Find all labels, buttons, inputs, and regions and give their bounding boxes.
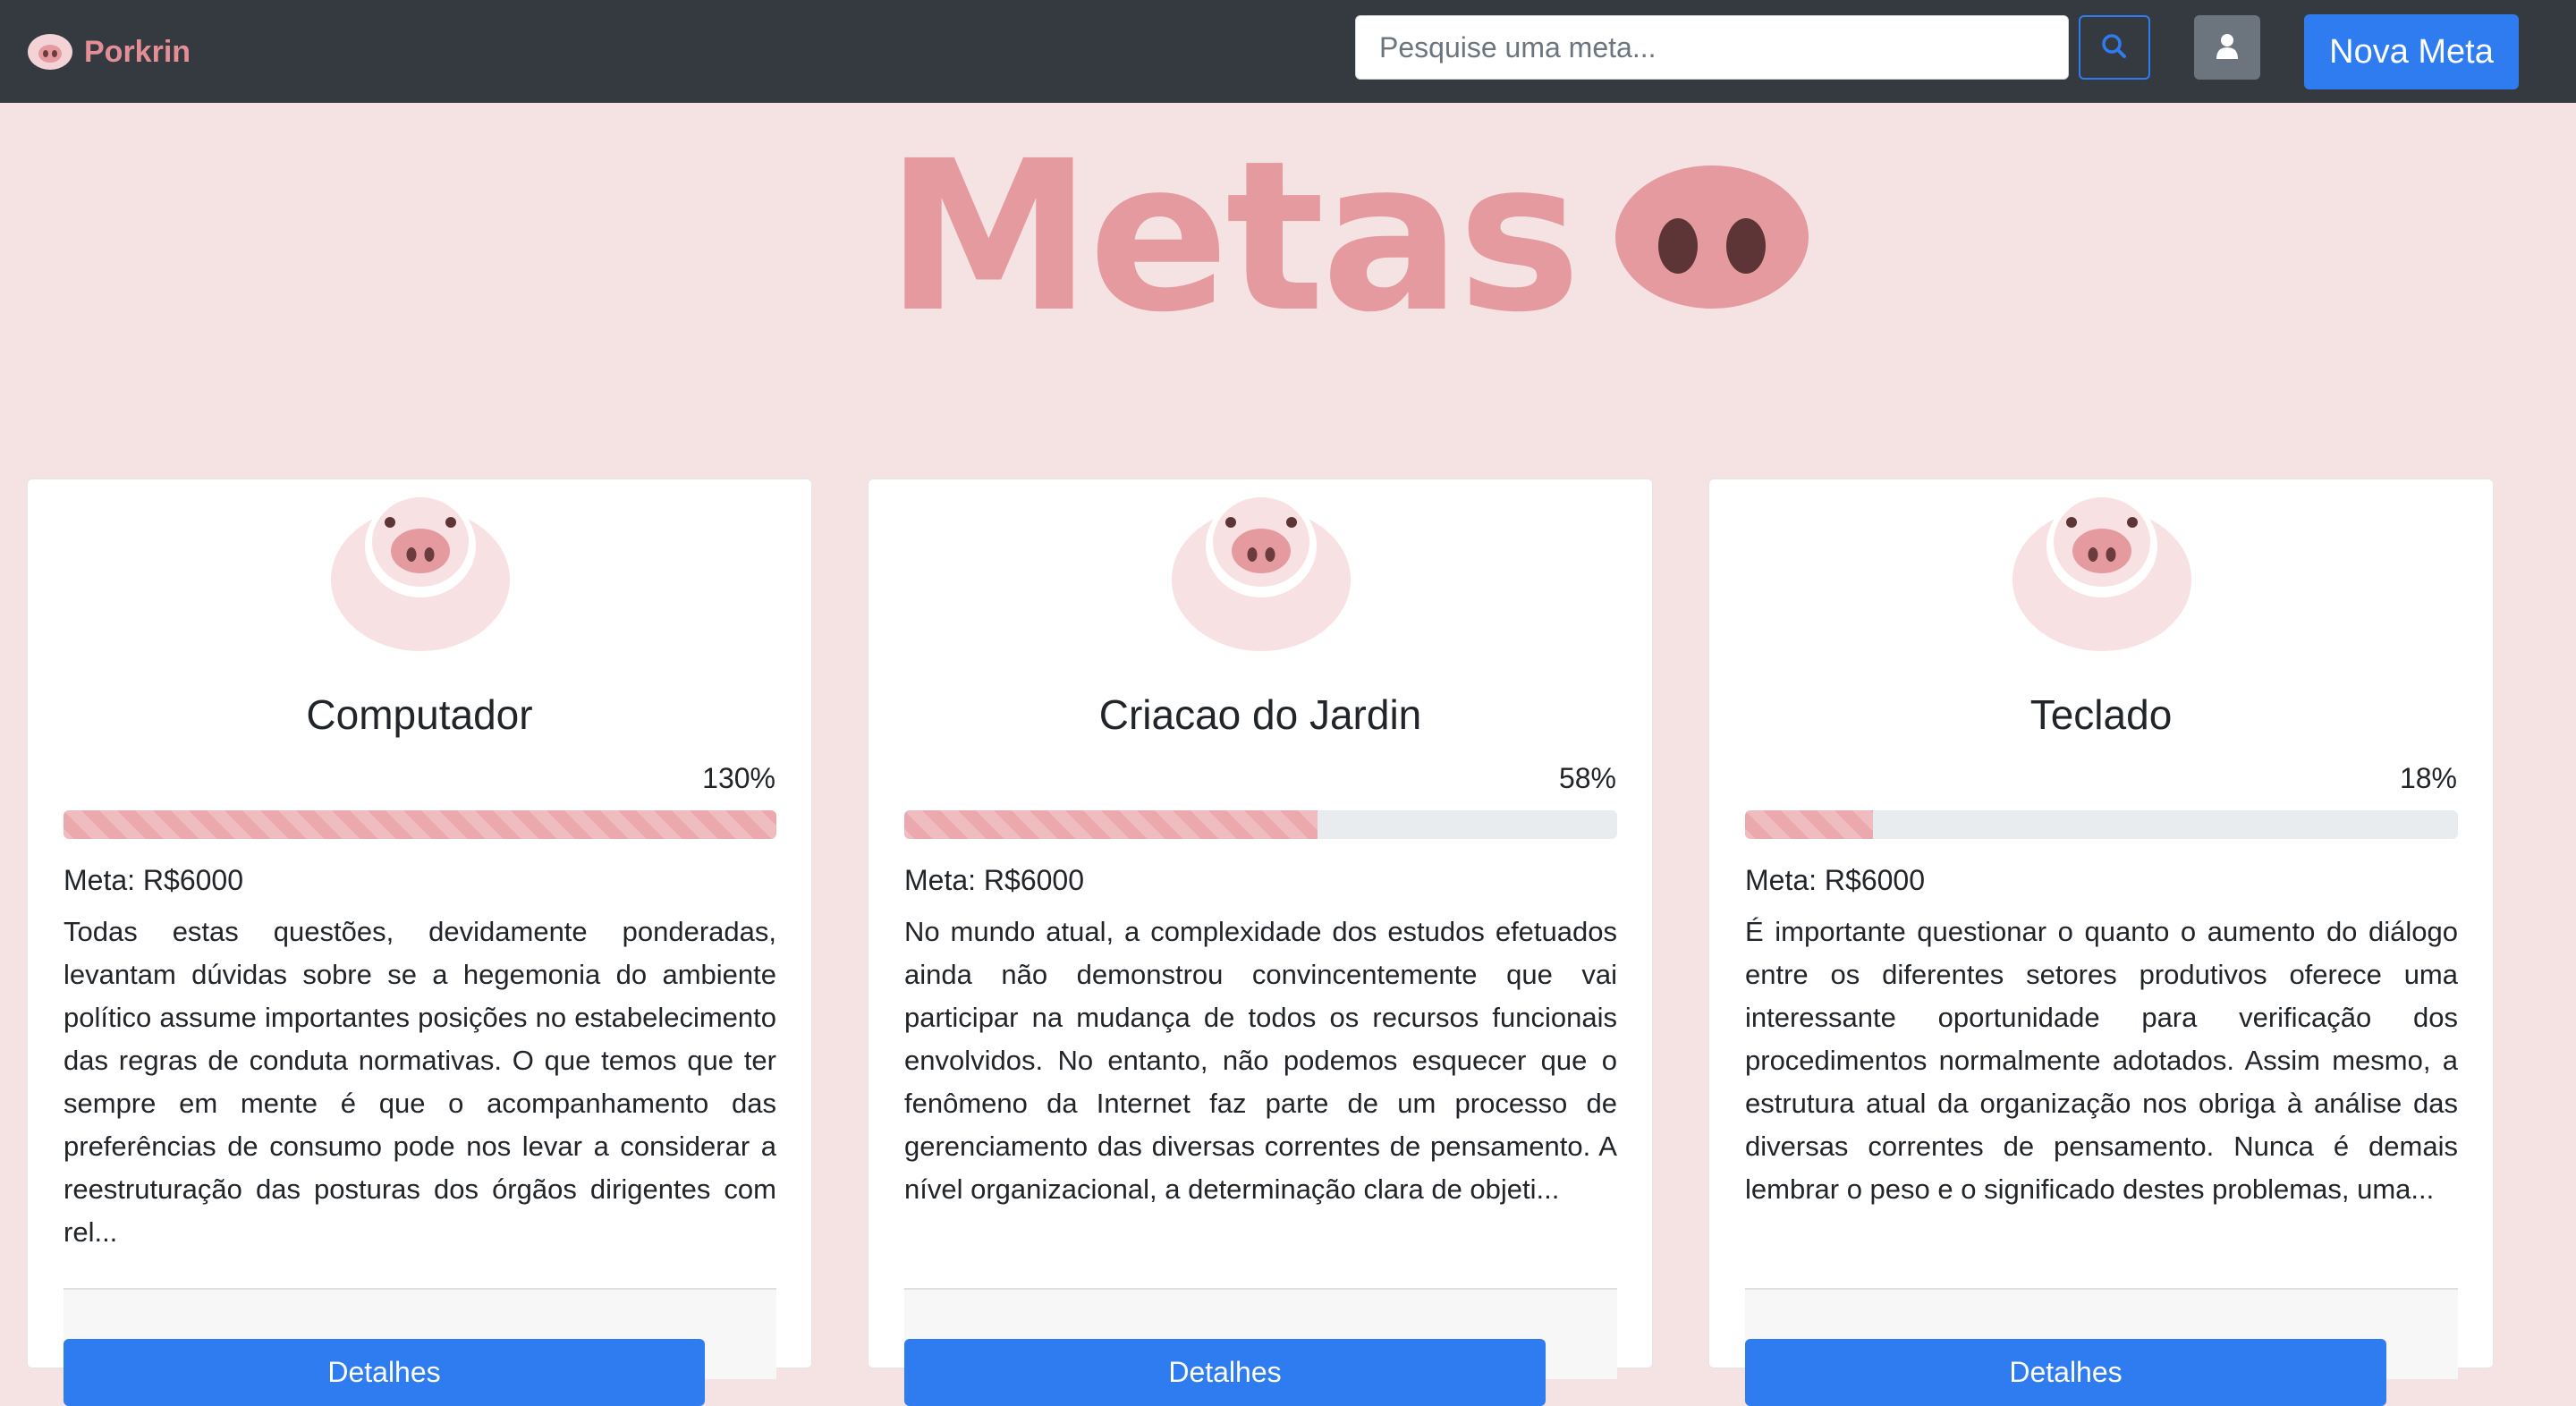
goal-amount: Meta: R$6000 — [904, 864, 1085, 896]
card-title: Teclado — [2029, 691, 2173, 738]
details-button[interactable]: Detalhes — [64, 1339, 705, 1406]
goal-card: Criacao do Jardin 58% Meta: R$6000 No mu… — [868, 479, 1653, 1406]
progress-percent-label: 18% — [2399, 762, 2457, 794]
progress-bar — [1745, 810, 2458, 839]
goal-amount: Meta: R$6000 — [64, 864, 244, 896]
goal-card: Computador 130% Meta: R$6000 Todas estas… — [27, 479, 812, 1406]
progress-percent-label: 130% — [702, 762, 775, 794]
details-button[interactable]: Detalhes — [904, 1339, 1546, 1406]
progress-fill — [904, 810, 1318, 839]
pig-icon — [1172, 494, 1351, 651]
progress-percent-label: 58% — [1558, 762, 1616, 794]
card-title: Criacao do Jardin — [1098, 691, 1422, 738]
card-description: Todas estas questões, devidamente ponder… — [64, 916, 776, 1248]
brand[interactable]: Porkrin — [27, 30, 191, 73]
pig-logo-icon — [28, 34, 72, 70]
search-icon — [2102, 33, 2126, 58]
card-description: No mundo atual, a complexidade dos estud… — [904, 916, 1617, 1205]
new-goal-button[interactable]: Nova Meta — [2304, 14, 2519, 89]
card-title: Computador — [306, 691, 533, 738]
goal-amount: Meta: R$6000 — [1745, 864, 1926, 896]
progress-bar — [904, 810, 1617, 839]
details-button[interactable]: Detalhes — [1745, 1339, 2386, 1406]
brand-name: Porkrin — [84, 34, 191, 69]
progress-bar — [64, 810, 776, 839]
search-button[interactable] — [2079, 15, 2150, 80]
progress-fill — [64, 810, 776, 839]
navbar: Porkrin Nova Meta — [0, 0, 2576, 103]
hero: Metas — [886, 133, 1810, 341]
pig-icon — [2012, 494, 2191, 651]
user-profile-button[interactable] — [2194, 15, 2260, 80]
page-title: Metas — [886, 116, 1581, 358]
search-input[interactable] — [1355, 15, 2069, 80]
goal-card: Teclado 18% Meta: R$6000 É importante qu… — [1708, 479, 2494, 1406]
pig-icon — [331, 494, 510, 651]
progress-fill — [1745, 810, 1874, 839]
card-description: É importante questionar o quanto o aumen… — [1745, 916, 2458, 1205]
user-icon — [2216, 33, 2238, 59]
pig-snout-icon — [1614, 165, 1809, 309]
